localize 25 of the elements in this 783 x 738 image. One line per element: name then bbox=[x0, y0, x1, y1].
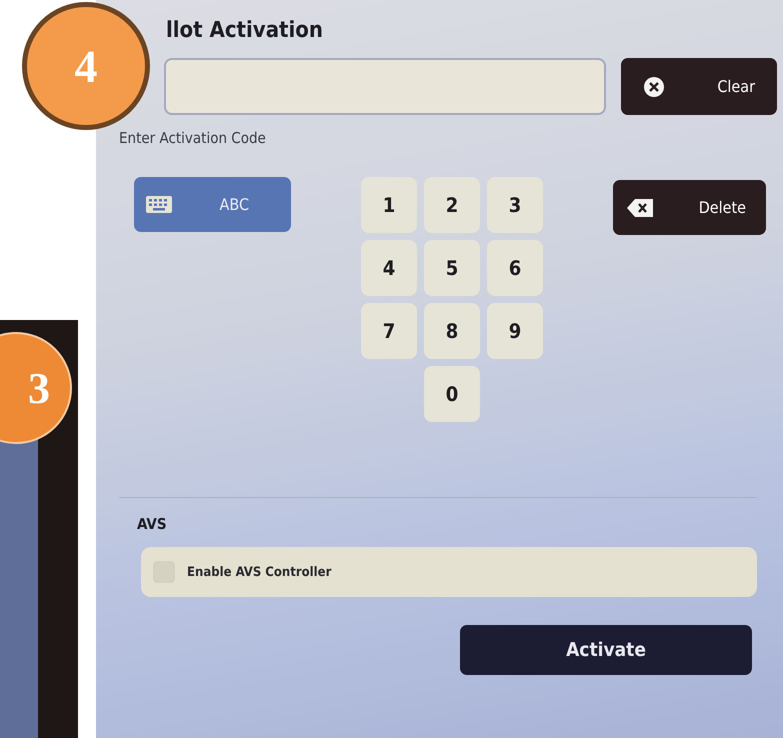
clear-button[interactable]: Clear bbox=[621, 58, 777, 115]
keypad-key[interactable]: 6 bbox=[487, 240, 543, 296]
keypad-key[interactable]: 8 bbox=[424, 303, 480, 359]
keypad-key[interactable]: 1 bbox=[361, 177, 417, 233]
keypad-key[interactable]: 3 bbox=[487, 177, 543, 233]
activate-button[interactable]: Activate bbox=[460, 625, 752, 675]
delete-button[interactable]: Delete bbox=[613, 180, 766, 235]
checkbox-row[interactable]: Enable AVS Controller bbox=[141, 547, 757, 597]
number-badge: 4 bbox=[22, 2, 150, 130]
keypad-key[interactable]: 9 bbox=[487, 303, 543, 359]
clear-icon bbox=[643, 76, 665, 98]
section-title: AVS bbox=[137, 515, 168, 533]
keypad-key[interactable]: 0 bbox=[424, 366, 480, 422]
keypad-key[interactable]: 7 bbox=[361, 303, 417, 359]
keypad-key[interactable]: 4 bbox=[361, 240, 417, 296]
activation-code-field[interactable] bbox=[164, 58, 606, 115]
keyboard-button[interactable]: ABC bbox=[134, 177, 291, 232]
checkbox-label: Enable AVS Controller bbox=[187, 564, 332, 580]
backspace-icon bbox=[627, 198, 653, 216]
keypad-key[interactable]: 2 bbox=[424, 177, 480, 233]
field-label: Enter Activation Code bbox=[119, 129, 267, 147]
keyboard-icon bbox=[146, 196, 172, 213]
number-badge: 3 bbox=[0, 332, 72, 444]
screen-title: llot Activation bbox=[166, 18, 324, 45]
keypad-key[interactable]: 5 bbox=[424, 240, 480, 296]
